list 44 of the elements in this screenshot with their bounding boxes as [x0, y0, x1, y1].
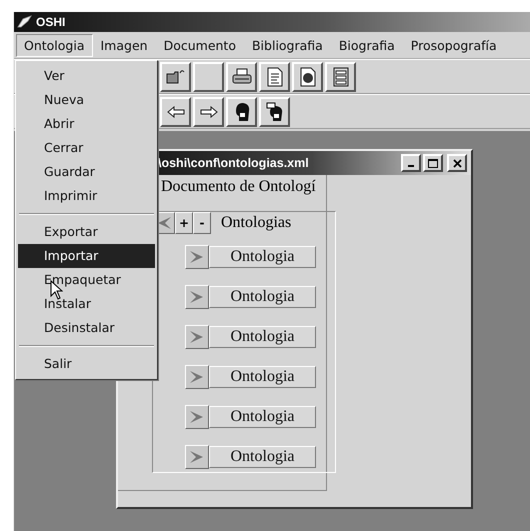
menu-item[interactable]: Documento	[156, 34, 244, 56]
globe-icon[interactable]	[292, 62, 323, 92]
child-window-title: \oshi\conf\ontologias.xml	[158, 156, 309, 170]
menu-option[interactable]: Salir	[18, 352, 155, 376]
menu-option[interactable]: Imprimir	[18, 184, 155, 208]
window-title: OSHI	[36, 15, 66, 29]
menu-option[interactable]: Importar	[18, 244, 155, 268]
tree-node-button[interactable]: Ontologia	[209, 286, 316, 308]
menu-item[interactable]: Bibliografia	[244, 34, 331, 56]
collapse-button[interactable]: -	[193, 212, 211, 234]
menu-option[interactable]: Desinstalar	[18, 316, 155, 340]
maximize-icon[interactable]	[423, 154, 443, 172]
arrow-left-icon[interactable]	[160, 96, 191, 126]
menu-item[interactable]: Prosopografía	[402, 34, 505, 56]
tree-node-button[interactable]: Ontologia	[209, 406, 316, 428]
arrow-right-icon[interactable]	[193, 96, 224, 126]
minimize-icon[interactable]	[401, 154, 421, 172]
expand-button[interactable]: +	[175, 212, 193, 234]
menu-item[interactable]: Biografia	[330, 34, 403, 56]
menu-option[interactable]: Abrir	[18, 112, 155, 136]
folder-icon[interactable]	[160, 62, 191, 92]
menu-option[interactable]: Empaquetar	[18, 268, 155, 292]
menu-option[interactable]: Guardar	[18, 160, 155, 184]
list-icon[interactable]	[325, 62, 356, 92]
document-icon[interactable]	[259, 62, 290, 92]
tree-root-label: Ontologias	[221, 214, 292, 232]
head-speech-icon[interactable]	[259, 96, 290, 126]
tree-node-button[interactable]: Ontologia	[209, 366, 316, 388]
toolbar-button[interactable]	[193, 62, 224, 92]
close-icon[interactable]	[447, 154, 467, 172]
menu-option[interactable]: Ver	[18, 64, 155, 88]
menu-option[interactable]: Instalar	[18, 292, 155, 316]
menu-option[interactable]: Cerrar	[18, 136, 155, 160]
head-icon[interactable]	[226, 96, 257, 126]
menu-option[interactable]: Exportar	[18, 220, 155, 244]
tree-node-button[interactable]: Ontologia	[209, 246, 316, 268]
document-heading: Documento de Ontologí	[161, 177, 317, 197]
menu-option[interactable]: Nueva	[18, 88, 155, 112]
menu-item[interactable]: Imagen	[92, 34, 156, 56]
quill-logo-icon	[17, 15, 33, 29]
tree-node-button[interactable]: Ontologia	[209, 326, 316, 348]
menu-item[interactable]: Ontologia	[16, 34, 92, 56]
tree-node-button[interactable]: Ontologia	[209, 446, 316, 468]
printer-icon[interactable]	[226, 62, 257, 92]
